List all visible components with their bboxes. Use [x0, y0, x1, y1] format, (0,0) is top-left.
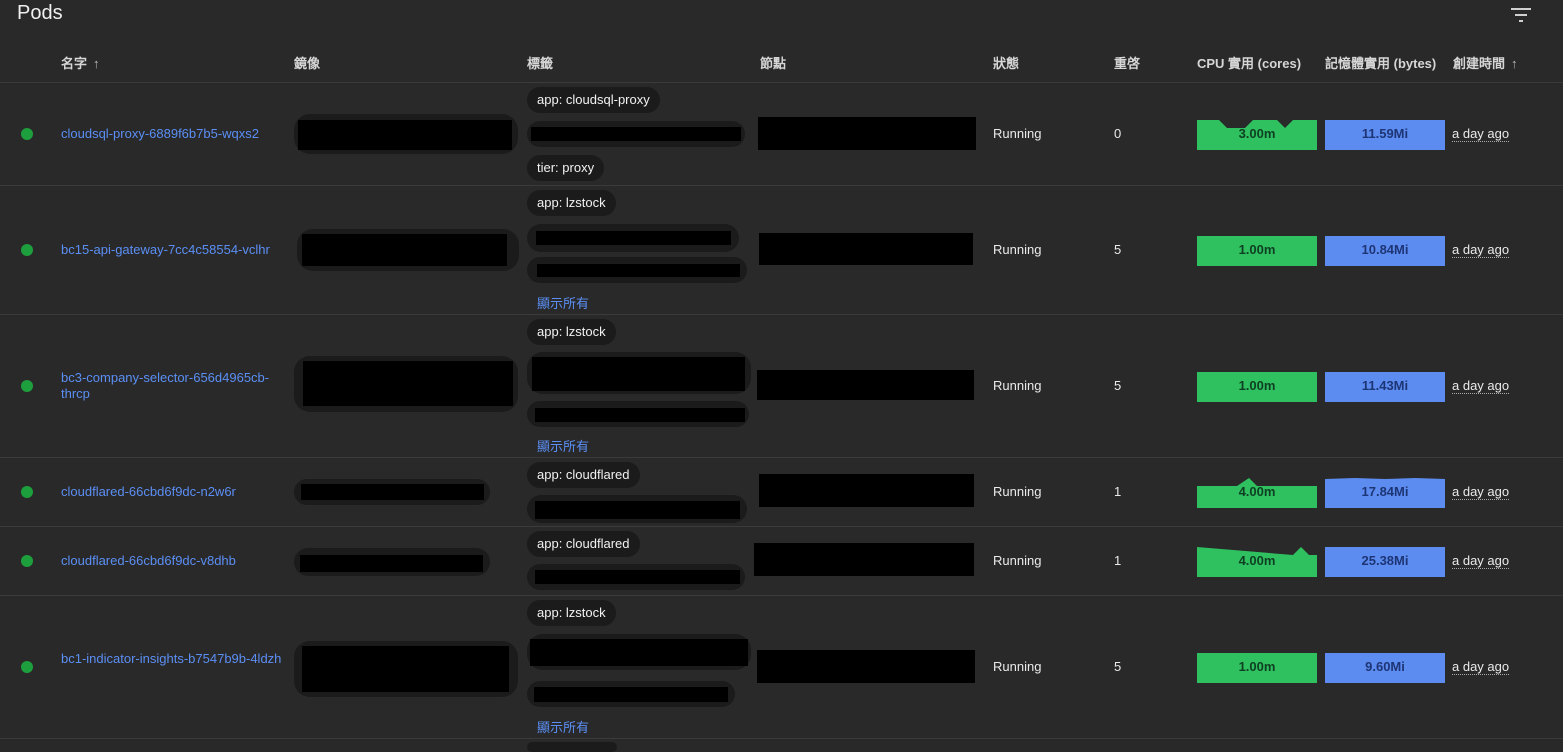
cpu-sparkline: 3.00m [1197, 118, 1317, 150]
label-chip [527, 742, 617, 752]
redacted-label [531, 127, 741, 141]
cpu-sparkline: 1.00m [1197, 651, 1317, 683]
pod-name-link[interactable]: cloudsql-proxy-6889f6b7b5-wqxs2 [61, 126, 289, 142]
redacted-label [537, 264, 740, 277]
pod-name-link[interactable]: cloudflared-66cbd6f9dc-n2w6r [61, 484, 289, 500]
memory-sparkline: 11.43Mi [1325, 370, 1445, 402]
pod-name-link[interactable]: bc1-indicator-insights-b7547b9b-4ldzh [61, 651, 289, 667]
status-running-icon [21, 555, 33, 567]
restart-count: 1 [1114, 553, 1122, 568]
status-running-icon [21, 244, 33, 256]
show-all-labels-link[interactable]: 顯示所有 [537, 293, 589, 312]
redacted-node [754, 543, 974, 576]
row-divider [0, 314, 1563, 315]
redacted-label [535, 570, 740, 584]
row-divider [0, 738, 1563, 739]
label-chip: app: lzstock [527, 190, 616, 216]
label-chip: tier: proxy [527, 155, 605, 181]
redacted-node [759, 474, 974, 507]
status-running-icon [21, 128, 33, 140]
status-text: Running [993, 242, 1042, 257]
status-running-icon [21, 380, 33, 392]
redacted-image [298, 120, 512, 150]
created-time: a day ago [1452, 553, 1510, 569]
redacted-image [302, 646, 509, 692]
status-text: Running [993, 378, 1042, 393]
created-time: a day ago [1452, 659, 1510, 675]
show-all-labels-link[interactable]: 顯示所有 [537, 717, 589, 736]
status-running-icon [21, 486, 33, 498]
column-header-cpu[interactable]: CPU 實用 (cores) [1197, 53, 1301, 72]
arrow-up-icon: ↑ [1511, 56, 1518, 71]
restart-count: 5 [1114, 378, 1122, 393]
pod-name-link[interactable]: bc3-company-selector-656d4965cb-thrcp [61, 370, 289, 402]
label-chip: app: cloudsql-proxy [527, 87, 660, 113]
redacted-node [759, 233, 973, 265]
arrow-up-icon: ↑ [93, 56, 100, 71]
memory-sparkline: 17.84Mi [1325, 476, 1445, 508]
page-title: Pods [17, 2, 63, 24]
status-text: Running [993, 553, 1042, 568]
redacted-node [757, 370, 974, 400]
restart-count: 5 [1114, 242, 1122, 257]
row-divider [0, 185, 1563, 186]
status-text: Running [993, 659, 1042, 674]
cpu-sparkline: 1.00m [1197, 370, 1317, 402]
created-time: a day ago [1452, 484, 1510, 500]
created-time: a day ago [1452, 378, 1510, 394]
cpu-sparkline: 1.00m [1197, 234, 1317, 266]
memory-sparkline: 11.59Mi [1325, 118, 1445, 150]
memory-sparkline: 9.60Mi [1325, 651, 1445, 683]
created-time: a day ago [1452, 126, 1510, 142]
cpu-sparkline: 4.00m [1197, 545, 1317, 577]
label-chip: app: cloudflared [527, 462, 640, 488]
status-running-icon [21, 661, 33, 673]
cpu-sparkline: 4.00m [1197, 476, 1317, 508]
redacted-label [535, 408, 745, 422]
redacted-image [300, 555, 483, 572]
row-divider [0, 526, 1563, 527]
filter-icon[interactable] [1510, 6, 1532, 24]
row-divider [0, 595, 1563, 596]
created-time: a day ago [1452, 242, 1510, 258]
restart-count: 1 [1114, 484, 1122, 499]
pod-name-link[interactable]: bc15-api-gateway-7cc4c58554-vclhr [61, 242, 289, 258]
column-header-restarts[interactable]: 重啓 [1114, 53, 1140, 72]
redacted-node [758, 117, 976, 150]
header-divider [0, 82, 1563, 83]
label-chip: app: lzstock [527, 319, 616, 345]
redacted-label [532, 357, 745, 391]
restart-count: 0 [1114, 126, 1122, 141]
redacted-label [530, 639, 748, 666]
redacted-label [536, 231, 731, 245]
row-divider [0, 457, 1563, 458]
redacted-image [301, 484, 484, 500]
column-header-memory[interactable]: 記憶體實用 (bytes) [1325, 53, 1436, 72]
column-header-created[interactable]: 創建時間 ↑ [1453, 53, 1518, 72]
status-text: Running [993, 484, 1042, 499]
column-header-name[interactable]: 名字 ↑ [61, 53, 100, 72]
redacted-node [757, 650, 975, 683]
column-header-labels: 標籤 [527, 56, 554, 71]
status-text: Running [993, 126, 1042, 141]
column-header-image: 鏡像 [294, 56, 321, 71]
pod-name-link[interactable]: cloudflared-66cbd6f9dc-v8dhb [61, 553, 289, 569]
restart-count: 5 [1114, 659, 1122, 674]
column-header-status: 狀態 [993, 56, 1020, 71]
redacted-image [302, 234, 507, 266]
memory-sparkline: 25.38Mi [1325, 545, 1445, 577]
redacted-label [534, 687, 728, 702]
label-chip: app: lzstock [527, 600, 616, 626]
show-all-labels-link[interactable]: 顯示所有 [537, 436, 589, 455]
redacted-image [303, 361, 513, 406]
label-chip: app: cloudflared [527, 531, 640, 557]
column-header-node: 節點 [760, 56, 787, 71]
redacted-label [535, 501, 740, 519]
memory-sparkline: 10.84Mi [1325, 234, 1445, 266]
